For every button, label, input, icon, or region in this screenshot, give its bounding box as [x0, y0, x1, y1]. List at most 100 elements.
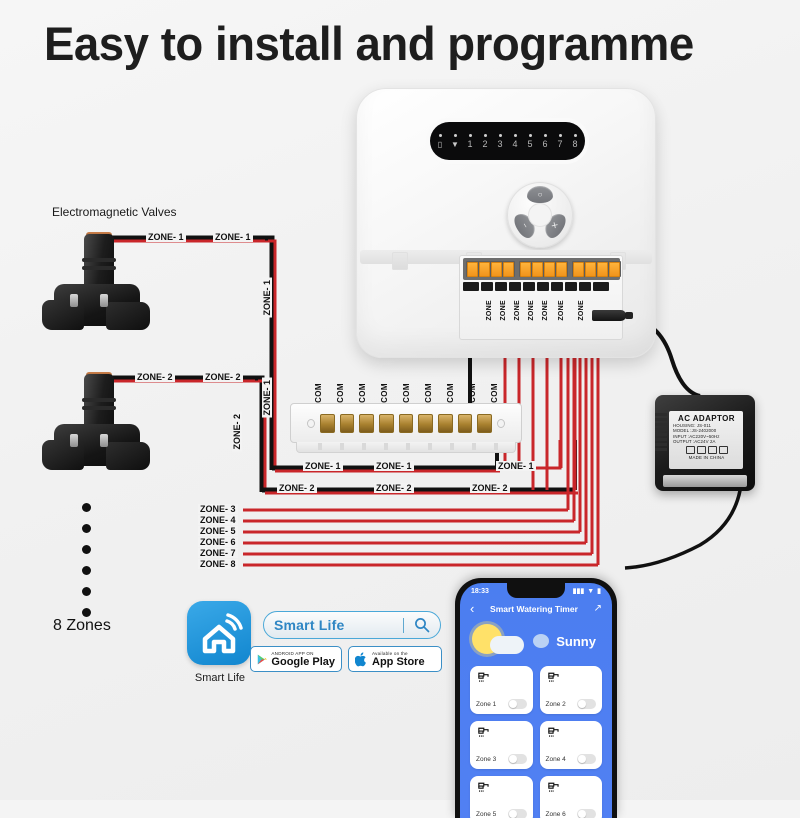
- com-label: COM: [490, 383, 499, 403]
- valve-outlet-port: [106, 302, 150, 330]
- zone-toggle[interactable]: [507, 809, 527, 818]
- com-terminal-pin[interactable]: [418, 413, 434, 433]
- zone-card-footer: Zone 3: [476, 754, 527, 764]
- zone-toggle[interactable]: [577, 754, 596, 764]
- terminal-pin[interactable]: [573, 262, 584, 277]
- terminal-socket[interactable]: [481, 282, 493, 291]
- indicator-zone-8: 8: [568, 133, 583, 149]
- com-terminal-pin[interactable]: [438, 413, 453, 433]
- wire-label-zone2-row: ZONE- 2: [277, 483, 317, 493]
- apple-icon: [355, 651, 366, 666]
- zone-toggle[interactable]: [577, 699, 596, 709]
- com-terminal-pin[interactable]: [457, 413, 473, 433]
- terminal-socket[interactable]: [565, 282, 577, 291]
- search-input[interactable]: Smart Life: [274, 617, 403, 633]
- zone-toggle[interactable]: [507, 699, 527, 709]
- wire-label-zone2-vertical: ZONE- 2: [232, 412, 242, 452]
- terminal-pin[interactable]: [503, 262, 514, 277]
- terminal-pin[interactable]: [556, 262, 567, 277]
- google-play-icon: [257, 654, 268, 664]
- zone-toggle[interactable]: [577, 809, 596, 818]
- adaptor-origin: MADE IN CHINA: [688, 454, 725, 460]
- back-button[interactable]: ‹: [470, 601, 474, 616]
- phone-screen: 18:33 ▮▮▮ ▼ ▮ ‹ Smart Watering Timer ↗ S…: [460, 583, 612, 818]
- fin: [655, 428, 667, 431]
- valve-outlet-port: [106, 442, 150, 470]
- phone-notch: [507, 583, 565, 598]
- com-terminal-pin[interactable]: [378, 413, 394, 433]
- terminal-pin[interactable]: [532, 262, 543, 277]
- terminal-socket[interactable]: [537, 282, 549, 291]
- share-icon[interactable]: ↗: [594, 603, 602, 614]
- terminal-socket[interactable]: [593, 282, 609, 291]
- weather-status: Sunny: [556, 633, 596, 649]
- zone-card[interactable]: Zone 6: [539, 776, 602, 818]
- controller-keypad[interactable]: ○ − ✕: [507, 182, 573, 248]
- class2-icon: [685, 445, 695, 454]
- zone-card[interactable]: Zone 5: [470, 776, 533, 818]
- wire-label-zone1-vertical: ZONE- 1: [262, 278, 272, 318]
- terminal-group-2[interactable]: [519, 261, 568, 277]
- app-store-badge[interactable]: Available on the App Store: [348, 646, 442, 672]
- smart-life-app-icon[interactable]: [187, 601, 251, 665]
- search-icon[interactable]: [414, 617, 430, 633]
- terminal-zone-label: ZONE: [500, 300, 507, 321]
- terminal-socket[interactable]: [523, 282, 535, 291]
- valve-rib: [82, 258, 116, 262]
- terminal-pin[interactable]: [544, 262, 555, 277]
- ac-adaptor: AC ADAPTOR HOUSING: JS-011 MODEL :JS-240…: [655, 395, 755, 491]
- terminal-socket[interactable]: [551, 282, 563, 291]
- terminal-pin[interactable]: [609, 262, 620, 277]
- led-dot: [438, 133, 442, 137]
- terminal-pin[interactable]: [491, 262, 502, 277]
- terminal-pin[interactable]: [479, 262, 490, 277]
- small-cloud-group: [533, 632, 555, 650]
- zone-card[interactable]: Zone 1: [470, 666, 533, 714]
- power-button[interactable]: ○: [527, 186, 553, 203]
- valve-solenoid: [84, 234, 114, 290]
- com-terminal-pin[interactable]: [477, 413, 493, 433]
- ellipsis-dot: [82, 587, 91, 596]
- terminal-pin[interactable]: [520, 262, 531, 277]
- valve-screw: [70, 434, 78, 447]
- terminal-group-3[interactable]: [572, 261, 621, 277]
- zone-card[interactable]: Zone 4: [539, 721, 602, 769]
- com-terminal-pin[interactable]: [339, 413, 355, 433]
- wire-label-zone2-row: ZONE- 2: [374, 483, 414, 493]
- terminal-socket[interactable]: [463, 282, 479, 291]
- led-dot: [453, 133, 457, 137]
- wire-label-zone1-vertical: ZONE- 1: [262, 378, 272, 418]
- terminal-pin[interactable]: [585, 262, 596, 277]
- zone-toggle[interactable]: [507, 754, 527, 764]
- com-terminal-strip[interactable]: [290, 403, 522, 443]
- faucet-icon: [478, 782, 489, 792]
- terminal-pin[interactable]: [597, 262, 608, 277]
- com-terminal-pin[interactable]: [359, 413, 374, 433]
- ellipsis-dot: [82, 608, 91, 617]
- led-dot: [573, 133, 577, 137]
- com-terminal-pin[interactable]: [398, 413, 414, 433]
- weather-widget: Sunny: [460, 618, 612, 666]
- terminal-socket[interactable]: [509, 282, 521, 291]
- valve-rib: [82, 398, 116, 402]
- polarity-icon: [718, 445, 728, 454]
- google-play-badge[interactable]: ANDROID APP ON Google Play: [250, 646, 342, 672]
- zone-card[interactable]: Zone 2: [539, 666, 602, 714]
- wire-label-zone2: ZONE- 2: [135, 372, 175, 382]
- phone-nav-bar: ‹ Smart Watering Timer ↗: [460, 595, 612, 618]
- zone-list-label: ZONE- 6: [198, 537, 238, 547]
- zone-list-label: ZONE- 8: [198, 559, 238, 569]
- com-tooth: [340, 443, 344, 450]
- cloud-icon-small: [533, 634, 550, 648]
- terminal-socket[interactable]: [495, 282, 507, 291]
- com-terminal-pin[interactable]: [319, 413, 335, 433]
- valve-solenoid: [84, 374, 114, 430]
- com-label: COM: [314, 383, 323, 403]
- led-dot: [498, 133, 502, 137]
- smart-life-search-bar[interactable]: Smart Life: [263, 611, 441, 639]
- terminal-pin[interactable]: [467, 262, 478, 277]
- terminal-socket[interactable]: [579, 282, 591, 291]
- terminal-group-1[interactable]: [466, 261, 515, 277]
- zone-card[interactable]: Zone 3: [470, 721, 533, 769]
- terminal-block[interactable]: [463, 258, 621, 280]
